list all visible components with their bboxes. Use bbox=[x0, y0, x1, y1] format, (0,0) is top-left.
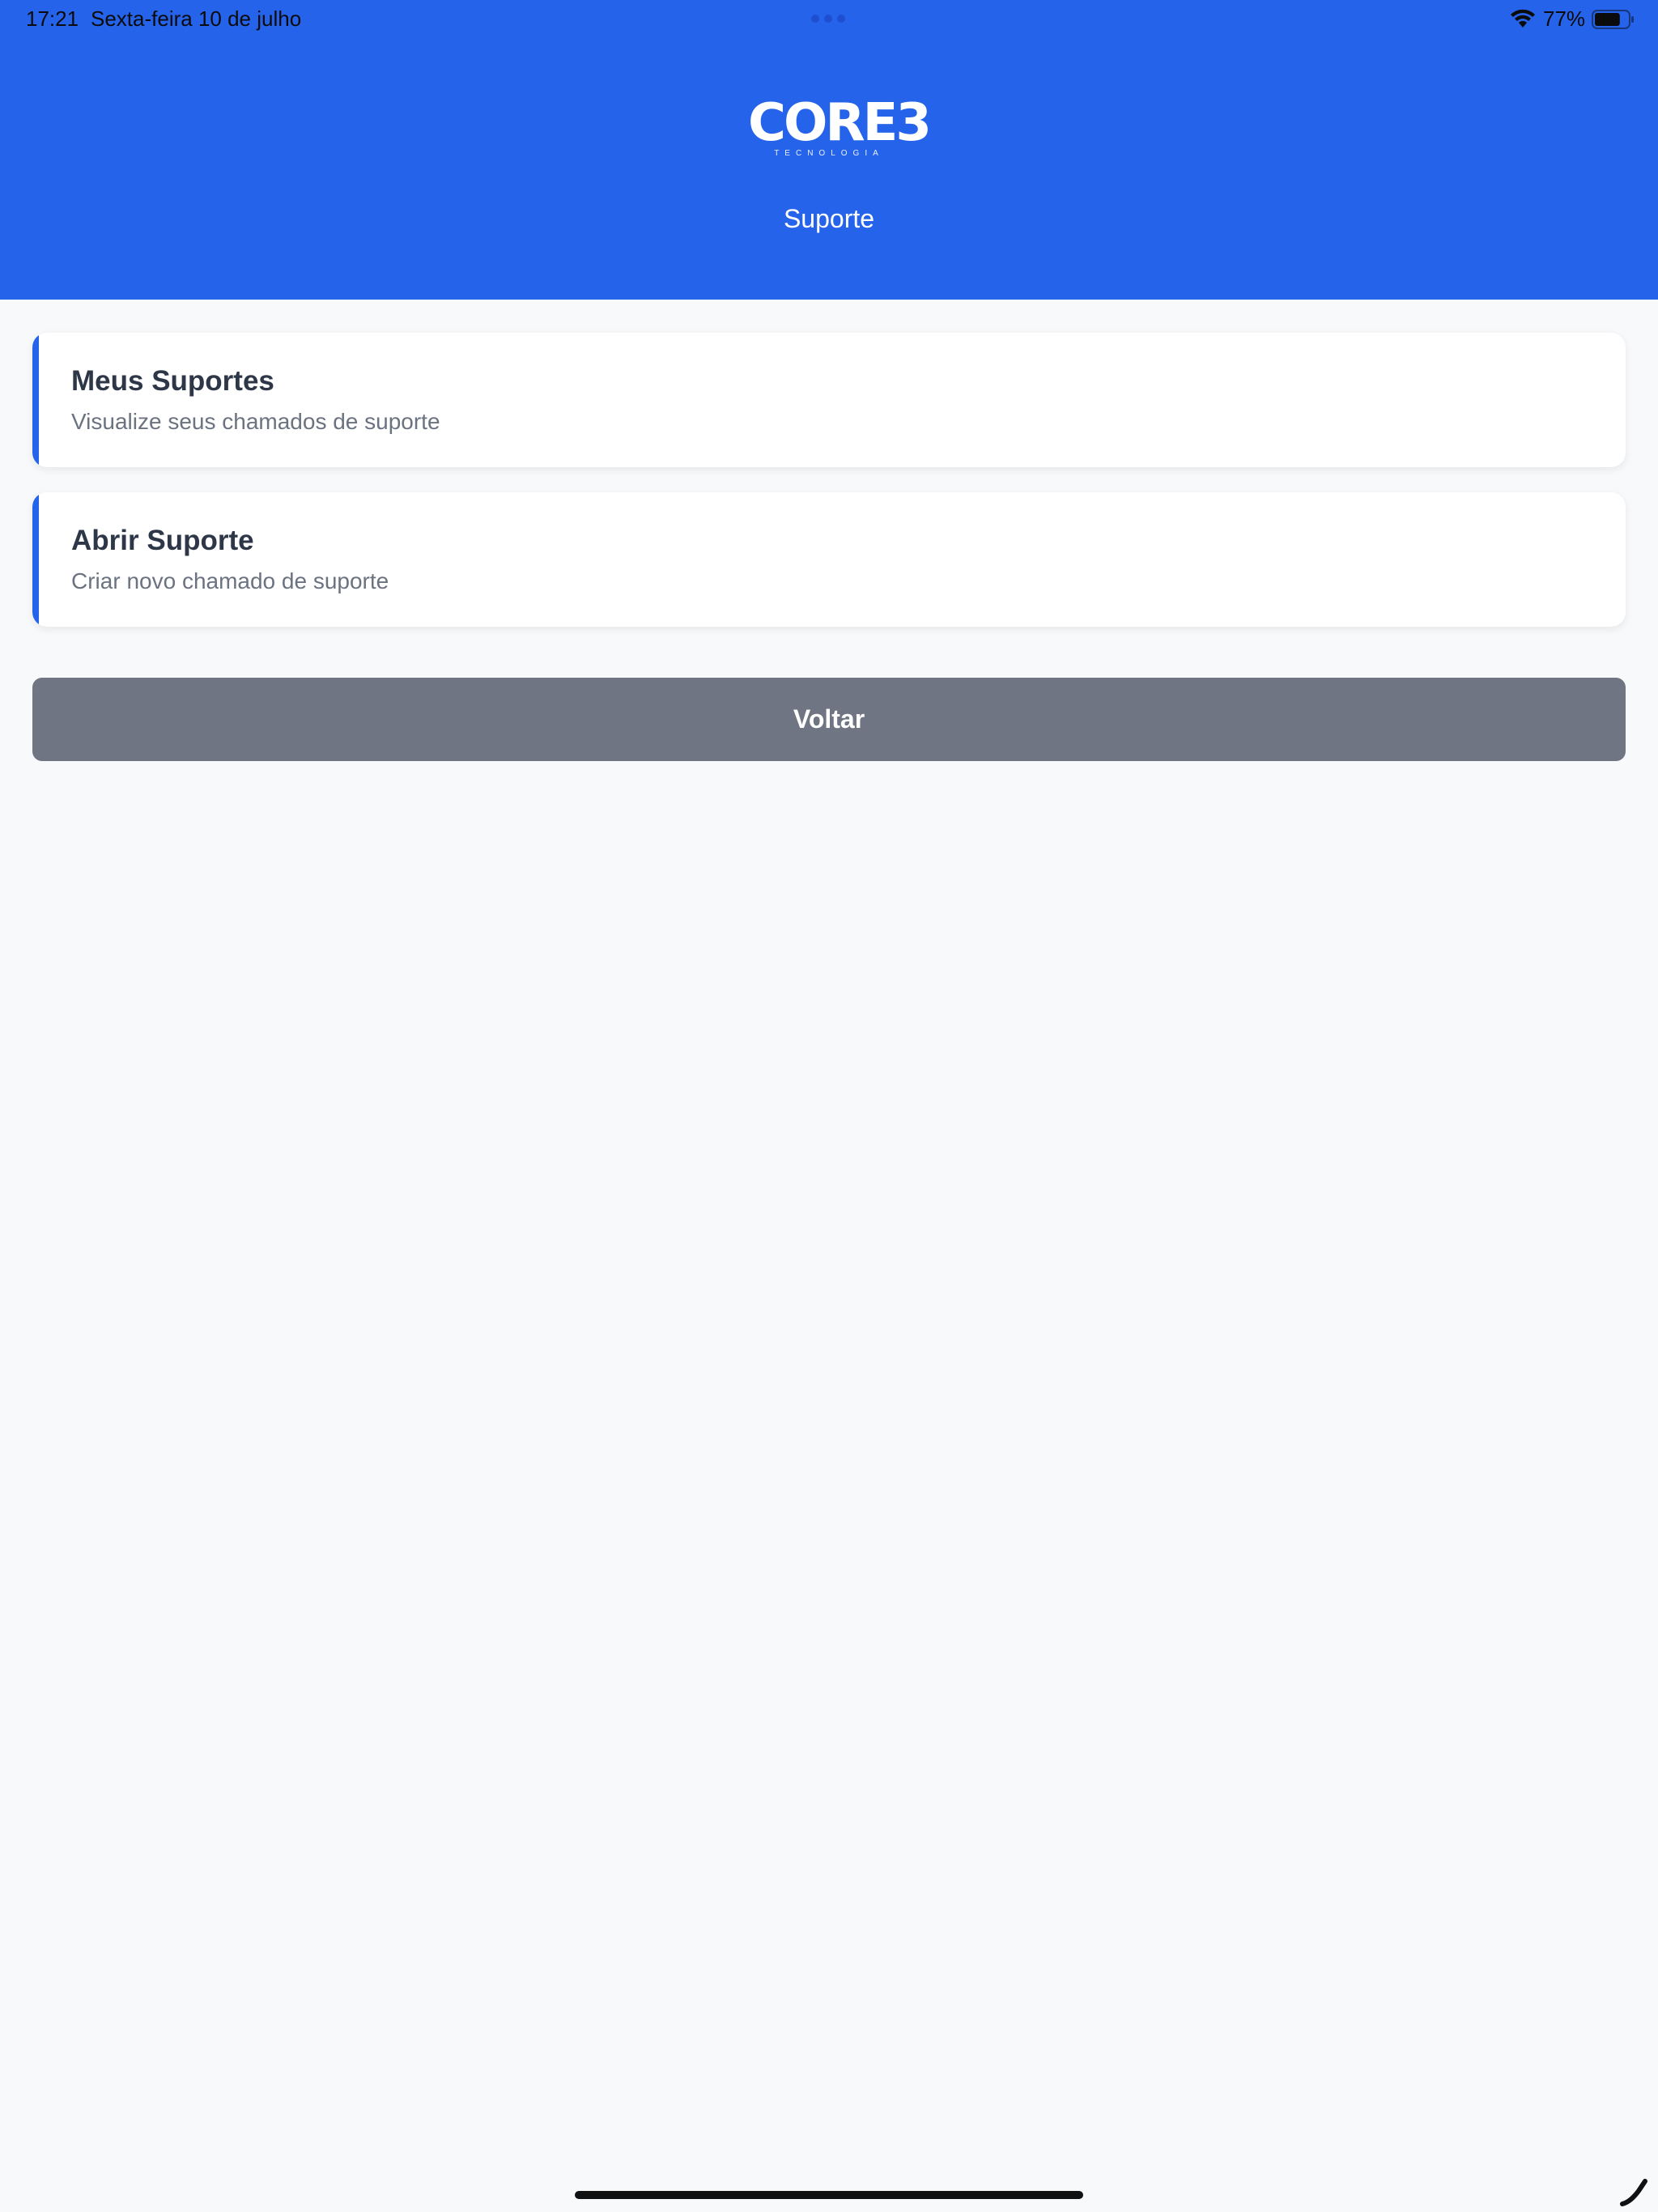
wifi-icon bbox=[1511, 9, 1535, 28]
menu-item-abrir-suporte[interactable]: Abrir Suporte Criar novo chamado de supo… bbox=[32, 492, 1626, 627]
app-header: 17:21 Sexta-feira 10 de julho 77% CORE3 … bbox=[0, 0, 1658, 300]
battery-percentage: 77% bbox=[1543, 6, 1586, 31]
more-dots-icon[interactable] bbox=[811, 15, 845, 23]
status-date: Sexta-feira 10 de julho bbox=[91, 6, 302, 31]
battery-icon bbox=[1592, 10, 1634, 29]
status-time: 17:21 bbox=[26, 6, 79, 31]
back-button[interactable]: Voltar bbox=[32, 678, 1626, 761]
menu-item-subtitle: Criar novo chamado de suporte bbox=[71, 568, 389, 593]
status-bar: 17:21 Sexta-feira 10 de julho 77% bbox=[0, 0, 1658, 39]
menu-item-title: Meus Suportes bbox=[71, 365, 274, 397]
home-indicator[interactable] bbox=[575, 2191, 1083, 2199]
logo-subtext: TECNOLOGIA bbox=[774, 149, 884, 158]
menu-item-meus-suportes[interactable]: Meus Suportes Visualize seus chamados de… bbox=[32, 333, 1626, 467]
pencil-scribble-icon[interactable] bbox=[1618, 2173, 1653, 2209]
logo-text: CORE3 bbox=[748, 93, 932, 153]
menu-item-title: Abrir Suporte bbox=[71, 525, 254, 556]
menu-item-subtitle: Visualize seus chamados de suporte bbox=[71, 409, 440, 434]
core3-logo: CORE3 TECNOLOGIA bbox=[748, 93, 932, 162]
page-title: Suporte bbox=[783, 204, 875, 233]
